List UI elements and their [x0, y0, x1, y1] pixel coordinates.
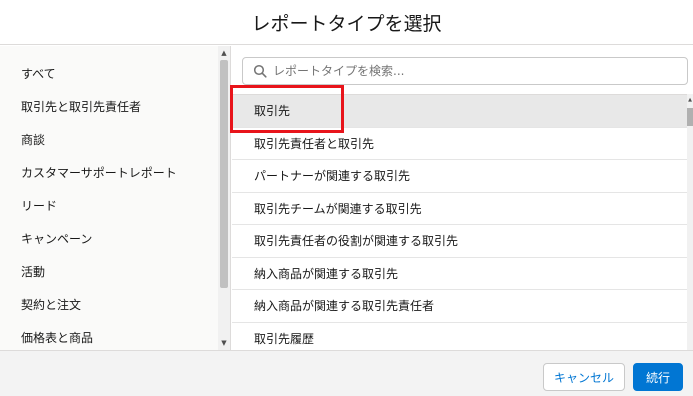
category-item-campaigns[interactable]: キャンペーン: [0, 223, 230, 256]
search-input[interactable]: [273, 59, 687, 83]
category-item-customer-support[interactable]: カスタマーサポートレポート: [0, 157, 230, 190]
scroll-up-arrow-icon[interactable]: ▲: [687, 95, 693, 105]
category-item-accounts-contacts[interactable]: 取引先と取引先責任者: [0, 91, 230, 124]
report-type-panel: 取引先 取引先責任者と取引先 パートナーが関連する取引先 取引先チームが関連する…: [232, 46, 693, 350]
report-type-item-contacts-assets[interactable]: 納入商品が関連する取引先責任者: [232, 290, 687, 323]
report-type-item-account-history[interactable]: 取引先履歴: [232, 323, 687, 351]
report-type-item-accounts-teams[interactable]: 取引先チームが関連する取引先: [232, 193, 687, 225]
cancel-button[interactable]: キャンセル: [543, 363, 625, 391]
category-item-activities[interactable]: 活動: [0, 256, 230, 289]
category-list: すべて 取引先と取引先責任者 商談 カスタマーサポートレポート リード キャンペ…: [0, 46, 230, 350]
report-type-item-accounts-contact-roles[interactable]: 取引先責任者の役割が関連する取引先: [232, 225, 687, 258]
category-scroll-thumb[interactable]: [220, 60, 228, 288]
report-type-scrollbar[interactable]: ▲: [687, 94, 693, 350]
search-box[interactable]: [242, 57, 688, 85]
modal-title: レポートタイプを選択: [251, 12, 442, 35]
report-type-item-accounts-assets[interactable]: 納入商品が関連する取引先: [232, 258, 687, 290]
modal-footer: キャンセル 続行: [0, 350, 693, 396]
report-type-list-area: 取引先 取引先責任者と取引先 パートナーが関連する取引先 取引先チームが関連する…: [232, 94, 687, 350]
scroll-down-arrow-icon[interactable]: ▼: [218, 338, 230, 348]
category-item-pricebooks-products[interactable]: 価格表と商品: [0, 322, 230, 350]
modal-header: レポートタイプを選択: [0, 0, 693, 45]
category-item-all[interactable]: すべて: [0, 58, 230, 91]
report-type-item-accounts[interactable]: 取引先: [232, 95, 687, 128]
scroll-up-arrow-icon[interactable]: ▲: [218, 48, 230, 58]
report-type-item-accounts-partners[interactable]: パートナーが関連する取引先: [232, 160, 687, 193]
category-item-contracts-orders[interactable]: 契約と注文: [0, 289, 230, 322]
category-panel: すべて 取引先と取引先責任者 商談 カスタマーサポートレポート リード キャンペ…: [0, 46, 231, 350]
report-type-item-contacts-accounts[interactable]: 取引先責任者と取引先: [232, 128, 687, 160]
category-item-leads[interactable]: リード: [0, 190, 230, 223]
report-type-scroll-thumb[interactable]: [687, 108, 693, 126]
continue-button[interactable]: 続行: [633, 363, 683, 391]
category-item-opportunities[interactable]: 商談: [0, 124, 230, 157]
category-scrollbar[interactable]: ▲ ▼: [218, 46, 230, 350]
search-icon: [253, 64, 267, 78]
report-type-list: 取引先 取引先責任者と取引先 パートナーが関連する取引先 取引先チームが関連する…: [232, 95, 687, 350]
